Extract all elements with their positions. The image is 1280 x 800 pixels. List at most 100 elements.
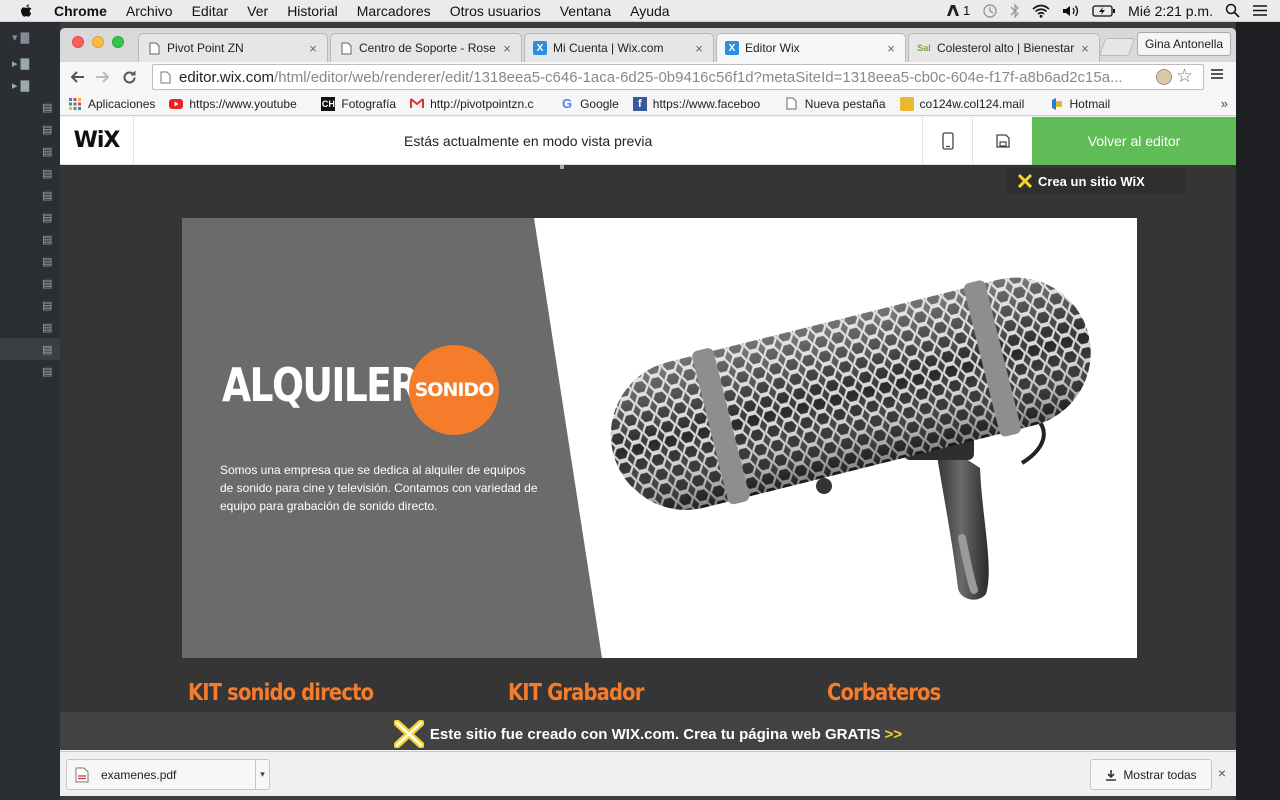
battery-charging-icon[interactable] (1092, 4, 1116, 18)
sidebar-file-row-selected: ▤ (0, 338, 60, 360)
profile-button[interactable]: Gina Antonella (1137, 32, 1231, 56)
bookmark-hotmail[interactable]: Hotmail (1050, 97, 1110, 111)
preview-mode-message: Estás actualmente en modo vista previa (404, 133, 653, 149)
new-tab-button[interactable] (1098, 38, 1136, 56)
close-window-button[interactable] (72, 36, 84, 48)
sidebar-folder-row: ▸ ▇ (12, 57, 30, 70)
forward-arrow-icon (96, 71, 110, 83)
tab-mi-cuenta-wix[interactable]: X Mi Cuenta | Wix.com × (524, 33, 714, 62)
spotlight-search-icon[interactable] (1225, 3, 1240, 18)
tab-close-icon[interactable]: × (885, 41, 897, 56)
volume-icon[interactable] (1062, 4, 1080, 18)
menubar-clock[interactable]: Mié 2:21 p.m. (1128, 3, 1213, 19)
menu-ver[interactable]: Ver (247, 3, 268, 19)
back-arrow-icon (70, 71, 84, 83)
wix-x-icon (393, 720, 424, 748)
adobe-status[interactable]: 1 (946, 3, 970, 18)
page-icon (785, 97, 799, 111)
tab-title: Centro de Soporte - Rose (359, 41, 496, 55)
site-preview: Crea un sitio WiX ALQUILER SONIDO Somos … (60, 165, 1236, 750)
kit-sonido-directo[interactable]: KIT sonido directo (188, 680, 374, 706)
page-info-icon[interactable] (160, 71, 171, 84)
tab-title: Mi Cuenta | Wix.com (553, 41, 664, 55)
bookmark-co124w[interactable]: co124w.col124.mail (899, 96, 1036, 111)
bookmark-label: co124w.col124.mail (919, 96, 1025, 111)
gmail-icon (410, 97, 425, 111)
address-bar[interactable]: editor.wix.com/html/editor/web/renderer/… (152, 64, 1204, 90)
extension-icon[interactable] (1156, 69, 1172, 85)
bookmarks-overflow-icon[interactable]: » (1221, 96, 1228, 111)
bookmark-pivotpoint[interactable]: http://pivotpointzn.c (410, 97, 546, 111)
tab-centro-soporte[interactable]: Centro de Soporte - Rose × (330, 33, 522, 62)
outlook-icon (899, 96, 914, 111)
save-button[interactable] (972, 117, 1032, 165)
page-icon (339, 41, 353, 55)
bluetooth-icon[interactable] (1010, 2, 1020, 19)
bookmark-google[interactable]: G Google (560, 97, 619, 111)
bookmark-label: Google (580, 96, 619, 111)
bookmark-aplicaciones[interactable]: Aplicaciones (68, 97, 155, 111)
tab-close-icon[interactable]: × (693, 41, 705, 56)
chrome-menu-icon[interactable] (1210, 67, 1224, 86)
hero-section: ALQUILER SONIDO Somos una empresa que se… (182, 218, 1137, 658)
bookmark-youtube[interactable]: https://www.youtube (169, 97, 307, 111)
tab-editor-wix[interactable]: X Editor Wix × (716, 33, 906, 62)
zoom-window-button[interactable] (112, 36, 124, 48)
apple-icon[interactable] (18, 3, 36, 19)
hotmail-icon (1050, 97, 1064, 111)
mobile-view-button[interactable] (922, 117, 972, 165)
create-site-badge[interactable]: Crea un sitio WiX (1006, 168, 1186, 194)
sidebar-file-row: ▤ (42, 299, 53, 312)
sidebar-folder-row: ▸ ▇ (12, 79, 30, 92)
back-to-editor-button[interactable]: Volver al editor (1032, 117, 1236, 165)
tab-pivot-point[interactable]: Pivot Point ZN × (138, 33, 328, 62)
menu-marcadores[interactable]: Marcadores (357, 3, 431, 19)
bookmark-nueva-pestana[interactable]: Nueva pestaña (785, 97, 886, 111)
sal-icon: Sal (917, 43, 931, 53)
adobe-count: 1 (962, 3, 971, 18)
tab-close-icon[interactable]: × (501, 41, 513, 56)
macos-menu-bar: Chrome Archivo Editar Ver Historial Marc… (0, 0, 1280, 22)
show-all-label: Mostrar todas (1123, 767, 1197, 782)
close-downloads-icon[interactable]: × (1214, 765, 1230, 781)
adobe-icon (946, 5, 959, 16)
menu-ventana[interactable]: Ventana (560, 3, 611, 19)
sidebar-file-row: ▤ (42, 321, 53, 334)
bookmark-fotografia[interactable]: CH Fotografía (321, 96, 397, 111)
wifi-icon[interactable] (1032, 4, 1050, 18)
kit-corbateros[interactable]: Corbateros (827, 680, 941, 706)
time-machine-icon[interactable] (982, 3, 998, 19)
back-button[interactable] (64, 64, 90, 90)
bookmark-star-icon[interactable]: ☆ (1176, 65, 1193, 88)
bookmark-facebook[interactable]: f https://www.faceboo (632, 96, 771, 111)
apps-grid-icon (68, 97, 82, 111)
download-menu-caret-icon[interactable]: ▾ (255, 760, 269, 789)
menu-otros-usuarios[interactable]: Otros usuarios (450, 3, 541, 19)
sidebar-file-row: ▤ (42, 233, 53, 246)
wix-footer-ad[interactable]: Este sitio fue creado con WIX.com. Crea … (60, 712, 1236, 750)
reload-button[interactable] (116, 64, 142, 90)
menu-archivo[interactable]: Archivo (126, 3, 173, 19)
url-path: /html/editor/web/renderer/edit/1318eea5-… (274, 68, 1123, 86)
tab-strip: Pivot Point ZN × Centro de Soporte - Ros… (60, 28, 1236, 62)
tab-close-icon[interactable]: × (307, 41, 319, 56)
bookmark-label: Fotografía (341, 96, 397, 111)
menu-app-chrome[interactable]: Chrome (54, 3, 107, 19)
wix-preview-bar: WiX Estás actualmente en modo vista prev… (60, 116, 1236, 165)
sonido-badge: SONIDO (409, 345, 499, 435)
show-all-downloads-button[interactable]: Mostrar todas (1090, 759, 1212, 790)
menu-historial[interactable]: Historial (287, 3, 338, 19)
minimize-window-button[interactable] (92, 36, 104, 48)
menu-ayuda[interactable]: Ayuda (630, 3, 669, 19)
forward-button[interactable] (90, 64, 116, 90)
tab-colesterol[interactable]: Sal Colesterol alto | Bienestar × (908, 33, 1100, 62)
download-item[interactable]: examenes.pdf ▾ (66, 759, 270, 790)
blimp-microphone-image (610, 277, 1091, 600)
kit-grabador[interactable]: KIT Grabador (508, 680, 644, 706)
wix-logo[interactable]: WiX (60, 116, 134, 165)
google-icon: G (562, 96, 573, 111)
notification-center-icon[interactable] (1252, 4, 1268, 17)
sidebar-file-row: ▤ (42, 189, 53, 202)
tab-close-icon[interactable]: × (1079, 41, 1091, 56)
menu-editar[interactable]: Editar (192, 3, 229, 19)
